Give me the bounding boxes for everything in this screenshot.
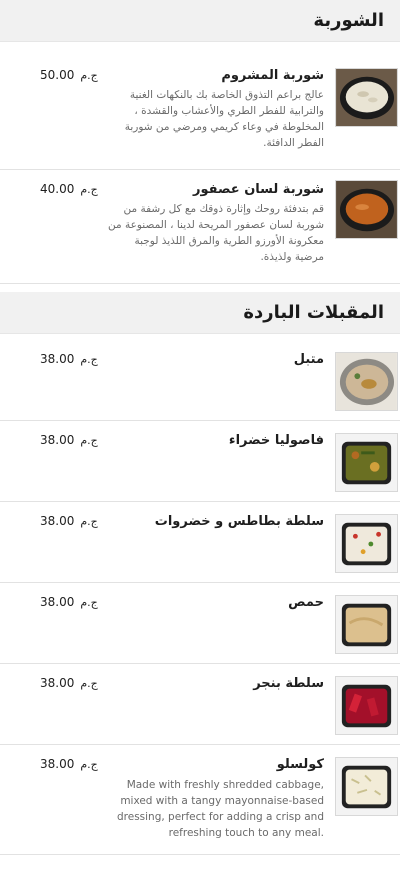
menu-item[interactable]: سلطة بنجر ج.م 38.00 [0,664,400,745]
moutabal-plate-icon [335,352,398,411]
beet-salad-tray-icon [335,676,398,735]
item-name: متبل [293,352,324,367]
menu-page: الشوربة شوربة المشروم ج.م 50.00 عالج برا… [0,0,400,855]
item-price: ج.م 50.00 [40,68,98,82]
item-currency: ج.م [80,434,98,447]
item-price: ج.م 40.00 [40,182,98,196]
item-price-value: 40.00 [40,182,75,196]
item-price: ج.م 38.00 [40,595,98,609]
section-header-soups: الشوربة [0,0,400,42]
potato-salad-tray-icon [335,514,398,573]
hummus-tray-icon [335,595,398,654]
item-price-value: 38.00 [40,676,75,690]
item-name: كولسلو [276,757,324,772]
item-price: ج.م 38.00 [40,514,98,528]
coleslaw-tray-icon [335,757,398,816]
item-name: شوربة لسان عصفور [192,182,324,197]
item-currency: ج.م [80,677,98,690]
item-price-value: 38.00 [40,514,75,528]
item-name: سلطة بطاطس و خضروات [154,514,324,529]
green-beans-tray-icon [335,433,398,492]
menu-item[interactable]: شوربة المشروم ج.م 50.00 عالج براعم التذو… [0,42,400,170]
item-name: شوربة المشروم [221,68,324,83]
item-name: سلطة بنجر [253,676,324,691]
item-currency: ج.م [80,596,98,609]
item-price: ج.م 38.00 [40,352,98,366]
item-price-value: 38.00 [40,433,75,447]
section-header-cold-appetizers: المقبلات الباردة [0,292,400,334]
item-currency: ج.م [80,183,98,196]
section-title: المقبلات الباردة [243,302,384,323]
menu-item[interactable]: كولسلو ج.م 38.00 Made with freshly shred… [0,745,400,855]
item-price-value: 38.00 [40,757,75,771]
menu-item[interactable]: متبل ج.م 38.00 [0,340,400,421]
item-price: ج.م 38.00 [40,433,98,447]
item-price: ج.م 38.00 [40,676,98,690]
orzo-soup-bowl-icon [335,180,398,239]
item-currency: ج.م [80,69,98,82]
item-description: عالج براعم التذوق الخاصة بك بالنكهات الغ… [124,89,324,149]
menu-item[interactable]: حمص ج.م 38.00 [0,583,400,664]
menu-item[interactable]: شوربة لسان عصفور ج.م 40.00 قم بتدفئة روح… [0,170,400,284]
item-currency: ج.م [80,353,98,366]
mushroom-soup-bowl-icon [335,68,398,127]
item-price-value: 38.00 [40,352,75,366]
item-description: قم بتدفئة روحك وإثارة ذوقك مع كل رشفة من… [108,203,324,263]
item-description: Made with freshly shredded cabbage, mixe… [116,779,324,839]
item-price-value: 50.00 [40,68,75,82]
item-name: حمص [288,595,324,610]
menu-item[interactable]: سلطة بطاطس و خضروات ج.م 38.00 [0,502,400,583]
item-name: فاصوليا خضراء [228,433,324,448]
menu-item[interactable]: فاصوليا خضراء ج.م 38.00 [0,421,400,502]
item-currency: ج.م [80,758,98,771]
section-title: الشوربة [313,10,384,31]
item-price: ج.م 38.00 [40,757,98,771]
item-currency: ج.م [80,515,98,528]
item-price-value: 38.00 [40,595,75,609]
